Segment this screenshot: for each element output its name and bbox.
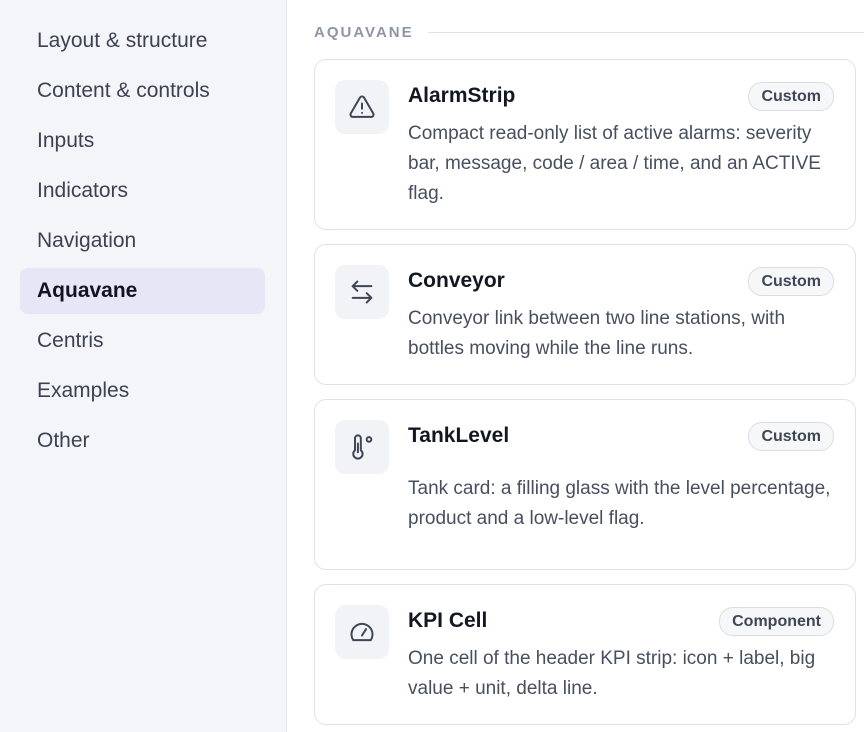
section-header: AQUAVANE [314,20,864,44]
sidebar-item-other[interactable]: Other [20,418,265,464]
card-description: Compact read-only list of active alarms:… [408,123,821,204]
component-card-conveyor[interactable]: Conveyor Custom Conveyor link between tw… [314,244,856,385]
sidebar-item-aquavane[interactable]: Aquavane [20,268,265,314]
main-content: AQUAVANE AlarmStrip Custom Compact read-… [287,0,864,732]
card-description: One cell of the header KPI strip: icon +… [408,648,816,699]
card-badge: Component [719,607,834,636]
component-card-tanklevel[interactable]: TankLevel Custom Tank card: a filling gl… [314,399,856,570]
sidebar-item-content-controls[interactable]: Content & controls [20,68,265,114]
sidebar-item-layout-structure[interactable]: Layout & structure [20,18,265,64]
thermometer-icon [335,420,389,474]
card-title: TankLevel [408,424,510,447]
sidebar-item-examples[interactable]: Examples [20,368,265,414]
sidebar-item-indicators[interactable]: Indicators [20,168,265,214]
alert-triangle-icon [335,80,389,134]
arrows-left-right-icon [335,265,389,319]
section-title: AQUAVANE [314,23,414,41]
card-badge: Custom [748,422,834,451]
card-description: Tank card: a filling glass with the leve… [408,478,831,529]
component-card-kpi-cell[interactable]: KPI Cell Component One cell of the heade… [314,584,856,725]
card-title: KPI Cell [408,609,488,632]
card-title: AlarmStrip [408,84,516,107]
card-badge: Custom [748,82,834,111]
sidebar-item-navigation[interactable]: Navigation [20,218,265,264]
card-description: Conveyor link between two line stations,… [408,308,786,359]
card-title: Conveyor [408,269,505,292]
sidebar-item-centris[interactable]: Centris [20,318,265,364]
sidebar: Layout & structure Content & controls In… [0,0,287,732]
gauge-icon [335,605,389,659]
sidebar-nav: Layout & structure Content & controls In… [20,18,265,468]
component-card-alarmstrip[interactable]: AlarmStrip Custom Compact read-only list… [314,59,856,230]
section-divider [427,31,864,33]
sidebar-item-inputs[interactable]: Inputs [20,118,265,164]
card-badge: Custom [748,267,834,296]
